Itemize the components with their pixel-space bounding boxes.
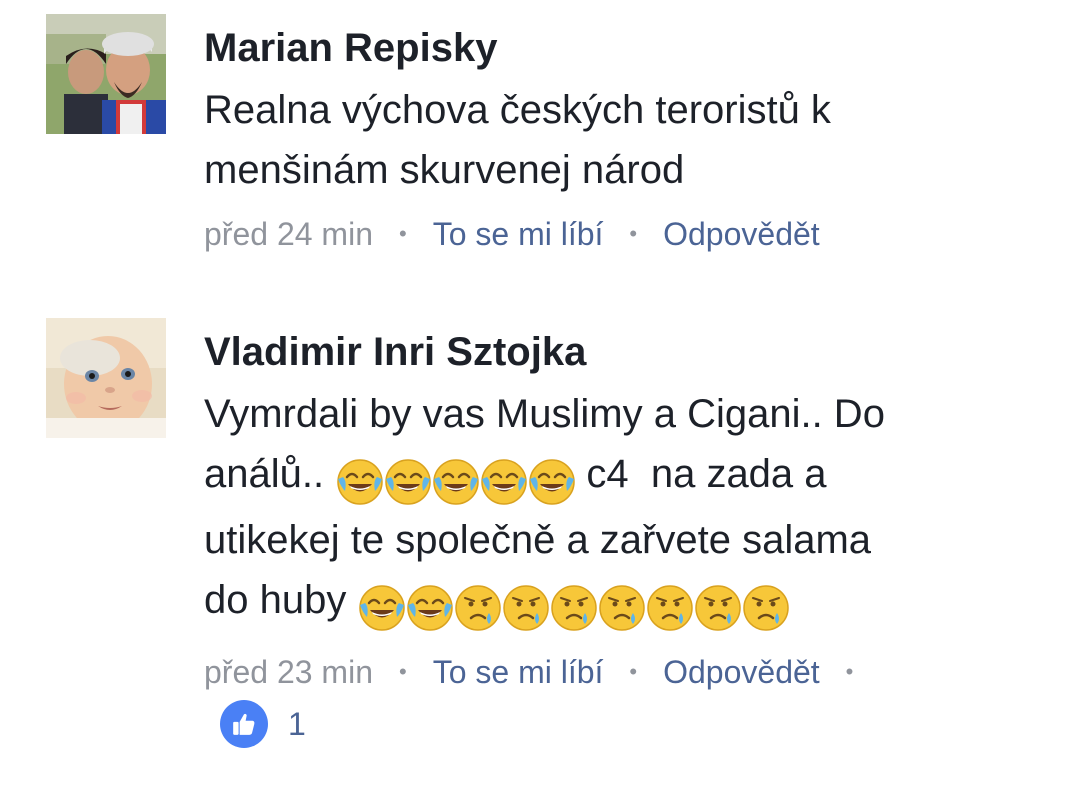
sad-but-relieved-face-icon	[743, 585, 790, 632]
comment-text-line: utikekej te společně a zařvete salama	[204, 518, 872, 562]
avatar[interactable]	[46, 318, 166, 438]
emoji-group	[357, 576, 790, 636]
comment-text-fragment: c4 na zada a	[586, 452, 827, 496]
like-link[interactable]: To se mi líbí	[433, 216, 604, 252]
face-with-tears-of-joy-icon	[481, 459, 527, 506]
comment-timestamp[interactable]: před 24 min	[204, 216, 373, 252]
reaction-summary[interactable]: 1	[220, 700, 306, 748]
comment-text-line: do huby	[204, 570, 1038, 636]
sad-but-relieved-face-icon	[455, 585, 502, 632]
avatar-photo-baby-icon	[46, 318, 166, 438]
sad-but-relieved-face-icon	[599, 585, 646, 632]
comment-text: Realna výchova českých teroristů k menši…	[204, 80, 1038, 200]
like-count: 1	[288, 705, 306, 742]
reply-link[interactable]: Odpovědět	[663, 216, 820, 252]
separator-dot: •	[845, 659, 854, 684]
sad-but-relieved-face-icon	[647, 585, 694, 632]
face-with-tears-of-joy-icon	[359, 585, 406, 632]
face-with-tears-of-joy-icon	[529, 459, 575, 506]
comment-timestamp[interactable]: před 23 min	[204, 654, 373, 690]
separator-dot: •	[398, 659, 407, 684]
comment-text-fragment: análů..	[204, 452, 325, 496]
thumbs-up-icon	[220, 700, 268, 748]
sad-but-relieved-face-icon	[551, 585, 598, 632]
like-link[interactable]: To se mi líbí	[433, 654, 604, 690]
avatar-photo-couple-icon	[46, 14, 166, 134]
sad-but-relieved-face-icon	[503, 585, 550, 632]
sad-but-relieved-face-icon	[695, 585, 742, 632]
comment-text-line: menšinám skurvenej národ	[204, 148, 685, 192]
comment-author[interactable]: Vladimir Inri Sztojka	[204, 328, 1038, 376]
face-with-tears-of-joy-icon	[433, 459, 479, 506]
face-with-tears-of-joy-icon	[385, 459, 431, 506]
emoji-group	[335, 450, 575, 510]
face-with-tears-of-joy-icon	[407, 585, 454, 632]
comment-text-line: Vymrdali by vas Muslimy a Cigani.. Do	[204, 392, 885, 436]
separator-dot: •	[629, 221, 638, 246]
reply-link[interactable]: Odpovědět	[663, 654, 820, 690]
avatar[interactable]	[46, 14, 166, 134]
separator-dot: •	[398, 221, 407, 246]
comment-text-fragment: do huby	[204, 578, 347, 622]
comment-author[interactable]: Marian Repisky	[204, 24, 1038, 72]
comment-text-line: análů.. c4 na zada a	[204, 444, 1038, 510]
comment-meta: před 24 min • To se mi líbí • Odpovědět	[204, 214, 1038, 254]
face-with-tears-of-joy-icon	[337, 459, 383, 506]
comment-text: Vymrdali by vas Muslimy a Cigani.. Do an…	[204, 384, 1038, 636]
comment-meta: před 23 min • To se mi líbí • Odpovědět •	[204, 652, 1038, 692]
comment-text-line: Realna výchova českých teroristů k	[204, 88, 831, 132]
separator-dot: •	[629, 659, 638, 684]
